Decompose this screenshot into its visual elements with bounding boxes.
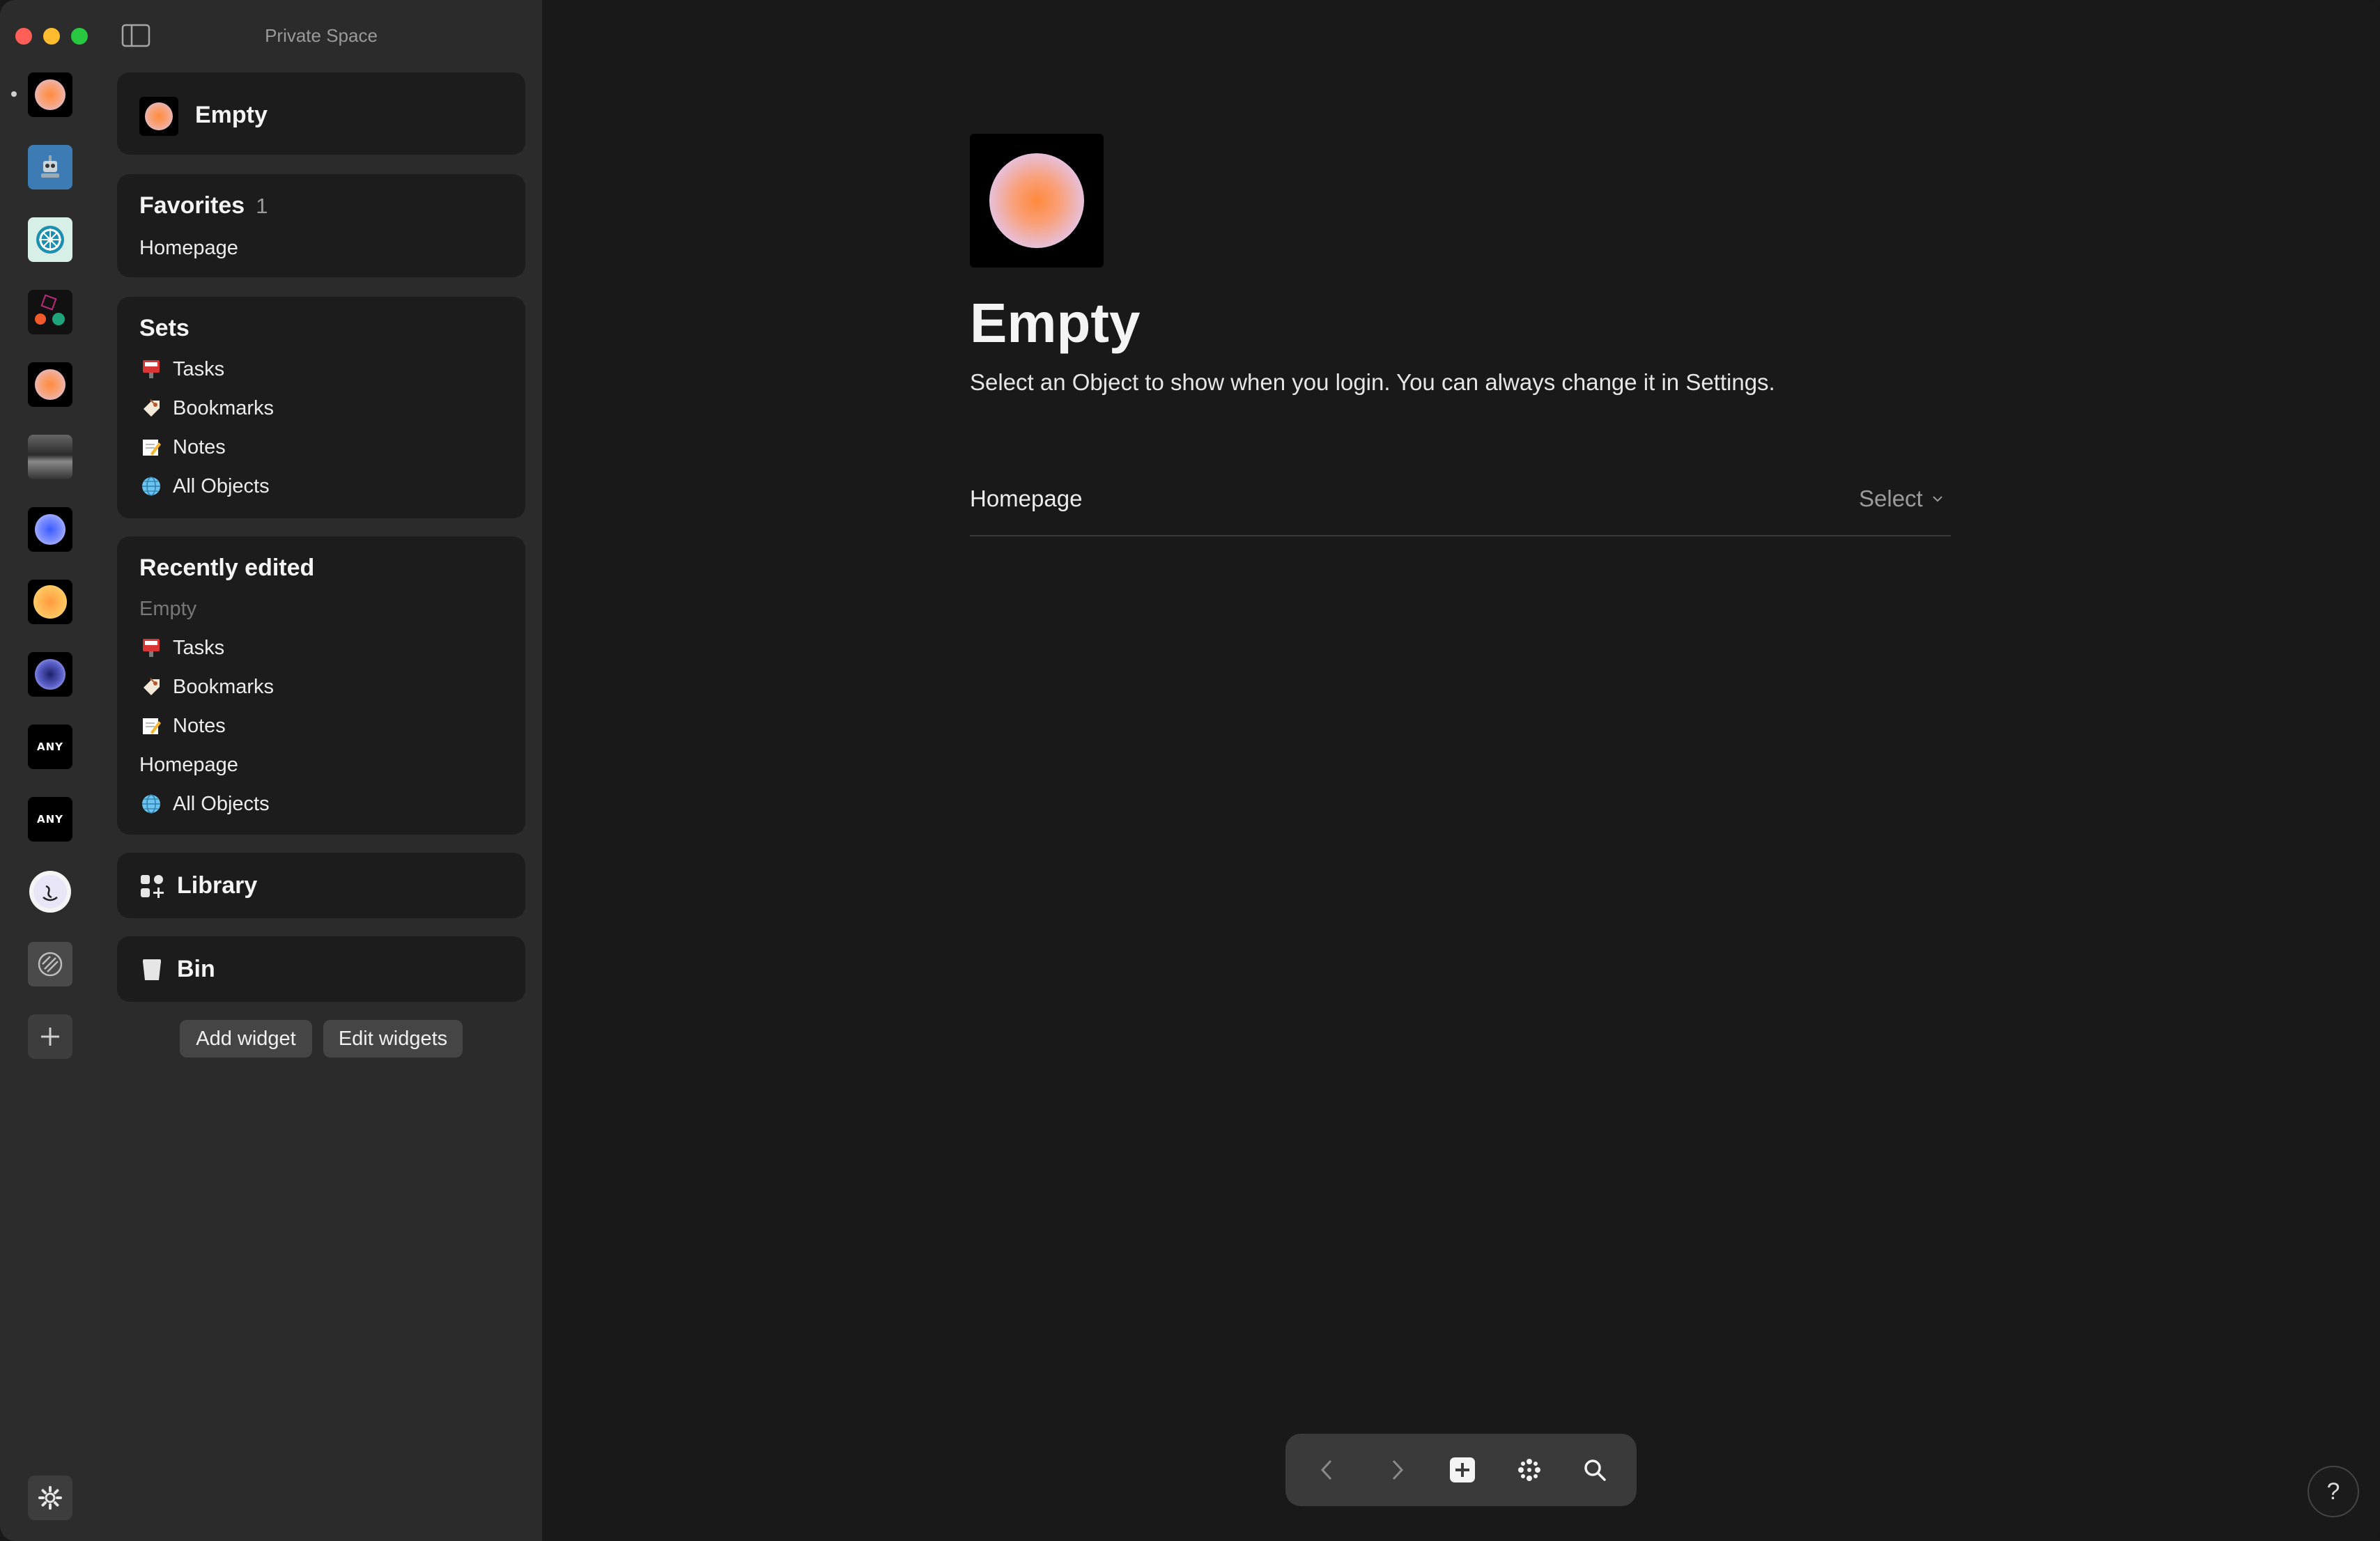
chevron-right-icon xyxy=(1392,1459,1404,1480)
library-widget[interactable]: Library xyxy=(117,853,525,918)
globe-icon xyxy=(139,474,163,498)
create-object-button[interactable] xyxy=(1444,1452,1481,1488)
tasks-icon xyxy=(139,636,163,660)
edit-widgets-button[interactable]: Edit widgets xyxy=(323,1020,463,1058)
globe-icon xyxy=(139,792,163,816)
space-avatar xyxy=(139,97,178,136)
homepage-row-label: Homepage xyxy=(970,486,1083,511)
sets-item-bookmarks[interactable]: Bookmarks xyxy=(139,394,274,422)
divider xyxy=(970,535,1951,536)
notes-icon xyxy=(139,435,163,459)
sets-item-notes[interactable]: Notes xyxy=(139,433,226,461)
graph-icon xyxy=(1518,1459,1540,1481)
add-widget-button[interactable]: Add widget xyxy=(180,1020,312,1058)
bottom-navigation-bar xyxy=(1285,1434,1637,1506)
recent-item-label: Empty xyxy=(139,597,197,620)
sets-widget: Sets Tasks Bookmarks Notes All Objects xyxy=(117,297,525,518)
page-title: Empty xyxy=(970,292,1141,354)
space-photo-image[interactable] xyxy=(28,435,72,479)
forward-button[interactable] xyxy=(1379,1452,1415,1488)
recent-item-all-objects[interactable]: All Objects xyxy=(139,790,270,818)
search-button[interactable] xyxy=(1577,1452,1613,1488)
sets-item-label: All Objects xyxy=(173,474,270,497)
help-button[interactable]: ? xyxy=(2308,1466,2359,1517)
gear-icon xyxy=(38,1486,62,1510)
recent-item-label: All Objects xyxy=(173,792,270,815)
library-icon xyxy=(141,875,164,898)
space-any-2[interactable]: ANY xyxy=(28,797,72,842)
bin-widget[interactable]: Bin xyxy=(117,936,525,1002)
main-content: Empty Select an Object to show when you … xyxy=(542,0,2380,1541)
recent-item-label: Notes xyxy=(173,714,226,737)
space-shapes-image[interactable] xyxy=(28,290,72,334)
favorites-widget: Favorites 1 Homepage xyxy=(117,174,525,277)
bin-label: Bin xyxy=(177,956,215,982)
library-label: Library xyxy=(177,872,258,899)
tasks-icon xyxy=(139,357,163,381)
back-button[interactable] xyxy=(1309,1452,1345,1488)
search-icon xyxy=(1584,1459,1606,1481)
active-space-indicator xyxy=(11,91,17,97)
settings-button[interactable] xyxy=(28,1476,72,1520)
space-smile[interactable] xyxy=(28,869,72,914)
recent-item-empty[interactable]: Empty xyxy=(139,595,196,623)
recently-edited-widget: Recently edited Empty Tasks Bookmarks No… xyxy=(117,536,525,835)
space-widget[interactable]: Empty xyxy=(117,72,525,155)
space-gradient-purple[interactable] xyxy=(28,652,72,697)
recent-item-bookmarks[interactable]: Bookmarks xyxy=(139,673,274,701)
favorites-item-homepage[interactable]: Homepage xyxy=(139,234,238,262)
add-space-button[interactable] xyxy=(28,1014,72,1059)
space-rail: ANY ANY xyxy=(0,0,100,1541)
bin-icon xyxy=(143,959,161,980)
notes-icon xyxy=(139,714,163,738)
recent-item-tasks[interactable]: Tasks xyxy=(139,634,224,662)
recent-item-label: Tasks xyxy=(173,636,225,659)
app-window: ANY ANY Private Space Empty Favorites 1 … xyxy=(0,0,2380,1541)
sidebar: Private Space Empty Favorites 1 Homepage… xyxy=(100,0,543,1541)
sets-item-label: Tasks xyxy=(173,357,225,380)
space-gradient-yellow[interactable] xyxy=(28,580,72,624)
graph-button[interactable] xyxy=(1511,1452,1547,1488)
minimize-window-button[interactable] xyxy=(43,28,60,45)
chevron-left-icon xyxy=(1320,1459,1332,1480)
sets-title[interactable]: Sets xyxy=(139,315,190,342)
zoom-window-button[interactable] xyxy=(71,28,88,45)
space-gradient-blue[interactable] xyxy=(28,507,72,552)
space-wheel-image[interactable] xyxy=(28,217,72,262)
bookmark-icon xyxy=(139,675,163,699)
select-label: Select xyxy=(1859,486,1923,511)
space-gradient-orange-2[interactable] xyxy=(28,362,72,407)
favorites-item-label: Homepage xyxy=(139,236,238,259)
space-name: Empty xyxy=(195,102,268,128)
plus-icon xyxy=(41,1028,59,1046)
space-any-1[interactable]: ANY xyxy=(28,725,72,769)
window-title: Private Space xyxy=(265,25,378,46)
space-robot-image[interactable] xyxy=(28,145,72,189)
sets-item-all-objects[interactable]: All Objects xyxy=(139,472,270,500)
recent-item-label: Bookmarks xyxy=(173,675,275,698)
favorites-title: Favorites xyxy=(139,192,245,219)
favorites-header[interactable]: Favorites 1 xyxy=(139,192,268,219)
sets-item-label: Notes xyxy=(173,435,226,458)
object-icon[interactable] xyxy=(970,134,1104,268)
recent-item-label: Homepage xyxy=(139,753,238,776)
close-window-button[interactable] xyxy=(15,28,32,45)
page-description: Select an Object to show when you login.… xyxy=(970,369,1775,395)
recent-item-notes[interactable]: Notes xyxy=(139,712,226,740)
homepage-select-dropdown[interactable]: Select xyxy=(1859,486,1944,512)
sets-item-tasks[interactable]: Tasks xyxy=(139,355,224,383)
plus-square-icon xyxy=(1450,1457,1475,1482)
sets-item-label: Bookmarks xyxy=(173,396,275,419)
recent-item-homepage[interactable]: Homepage xyxy=(139,751,238,779)
favorites-count: 1 xyxy=(256,194,268,218)
bookmark-icon xyxy=(139,396,163,420)
space-disabled[interactable] xyxy=(28,942,72,986)
recently-edited-title[interactable]: Recently edited xyxy=(139,555,314,582)
chevron-down-icon xyxy=(1933,496,1942,502)
space-gradient-orange[interactable] xyxy=(28,72,72,117)
